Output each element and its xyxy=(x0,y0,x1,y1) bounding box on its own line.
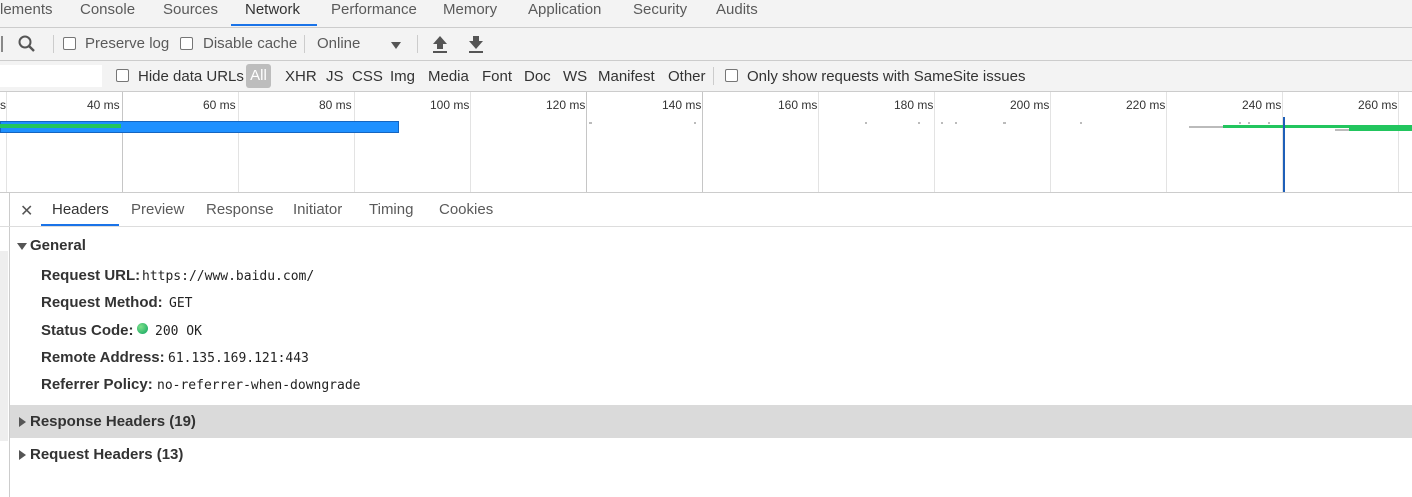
preserve-log-label: Preserve log xyxy=(85,35,170,52)
referrer-policy-key: Referrer Policy: xyxy=(41,376,153,393)
filter-type-other[interactable]: Other xyxy=(668,68,706,85)
request-url-value: https://www.baidu.com/ xyxy=(142,269,315,284)
filter-bar: Hide data URLs All XHR JS CSS Img Media … xyxy=(0,61,1412,92)
remote-address-value: 61.135.169.121:443 xyxy=(168,351,309,366)
disable-cache-checkbox[interactable] xyxy=(180,37,193,50)
filter-type-all[interactable]: All xyxy=(246,64,271,88)
disable-cache-label: Disable cache xyxy=(203,35,298,52)
filter-type-ws[interactable]: WS xyxy=(563,68,587,85)
request-method-key: Request Method: xyxy=(41,294,163,311)
samesite-checkbox[interactable] xyxy=(725,69,738,82)
toolbar-divider xyxy=(417,35,418,53)
filter-type-media[interactable]: Media xyxy=(428,68,469,85)
tick-label: 140 ms xyxy=(662,98,702,112)
tab-initiator[interactable]: Initiator xyxy=(293,201,342,218)
filter-divider xyxy=(713,67,714,85)
tick-label: 160 ms xyxy=(778,98,818,112)
tick-label: 80 ms xyxy=(319,98,352,112)
filter-type-js[interactable]: JS xyxy=(326,68,344,85)
tab-console[interactable]: Console xyxy=(80,0,135,27)
request-method-value: GET xyxy=(169,296,193,311)
tab-performance[interactable]: Performance xyxy=(331,0,417,27)
tab-elements[interactable]: lements xyxy=(0,0,53,27)
response-headers-title[interactable]: Response Headers (19) xyxy=(30,413,196,430)
tab-headers[interactable]: Headers xyxy=(52,201,109,218)
export-har-icon[interactable] xyxy=(467,34,485,58)
general-section-title[interactable]: General xyxy=(30,237,86,254)
main-tab-bar: lements Console Sources Network Performa… xyxy=(0,0,1412,28)
hide-data-urls-label: Hide data URLs xyxy=(138,68,244,85)
expand-triangle-icon[interactable] xyxy=(19,417,26,427)
tab-audits[interactable]: Audits xyxy=(716,0,758,27)
tick-label: 240 ms xyxy=(1242,98,1282,112)
tick-label: 260 ms xyxy=(1358,98,1398,112)
filter-type-img[interactable]: Img xyxy=(390,68,415,85)
tab-memory[interactable]: Memory xyxy=(443,0,497,27)
waterfall-bar-green xyxy=(1349,128,1412,131)
filter-type-font[interactable]: Font xyxy=(482,68,512,85)
tab-timing[interactable]: Timing xyxy=(369,201,413,218)
status-ok-icon xyxy=(137,323,148,334)
remote-address-key: Remote Address: xyxy=(41,349,165,366)
status-code-value: 200 OK xyxy=(155,324,202,339)
network-toolbar: Preserve log Disable cache Online xyxy=(0,28,1412,61)
toolbar-divider xyxy=(304,35,305,53)
expand-triangle-icon[interactable] xyxy=(17,243,27,250)
tick-label: 220 ms xyxy=(1126,98,1166,112)
expand-triangle-icon[interactable] xyxy=(19,450,26,460)
filter-type-xhr[interactable]: XHR xyxy=(285,68,317,85)
close-icon[interactable]: ✕ xyxy=(20,201,33,221)
tab-network[interactable]: Network xyxy=(245,0,300,27)
load-event-marker xyxy=(1283,117,1285,192)
import-har-icon[interactable] xyxy=(431,34,449,58)
active-tab-indicator xyxy=(41,224,119,226)
scrollbar[interactable] xyxy=(0,251,8,441)
tick-label: 120 ms xyxy=(546,98,586,112)
referrer-policy-value: no-referrer-when-downgrade xyxy=(157,378,361,393)
chevron-down-icon[interactable] xyxy=(390,38,402,55)
tab-sources[interactable]: Sources xyxy=(163,0,218,27)
response-headers-row[interactable] xyxy=(10,405,1412,438)
tick-label: 60 ms xyxy=(203,98,236,112)
tab-cookies[interactable]: Cookies xyxy=(439,201,493,218)
filter-icon[interactable] xyxy=(1,36,3,52)
tab-security[interactable]: Security xyxy=(633,0,687,27)
request-headers-title[interactable]: Request Headers (13) xyxy=(30,446,183,463)
tab-preview[interactable]: Preview xyxy=(131,201,184,218)
tick-label: 200 ms xyxy=(1010,98,1050,112)
search-icon[interactable] xyxy=(17,34,37,58)
request-url-key: Request URL: xyxy=(41,267,141,284)
network-overview[interactable]: s 40 ms 60 ms 80 ms 100 ms 120 ms 140 ms… xyxy=(0,92,1412,193)
toolbar-divider xyxy=(53,35,54,53)
status-code-key: Status Code: xyxy=(41,322,134,339)
detail-tab-bar: ✕ Headers Preview Response Initiator Tim… xyxy=(0,193,1412,227)
tab-application[interactable]: Application xyxy=(528,0,601,27)
tick-label: 40 ms xyxy=(87,98,120,112)
waterfall-bar-green xyxy=(0,124,121,128)
preserve-log-checkbox[interactable] xyxy=(63,37,76,50)
hide-data-urls-checkbox[interactable] xyxy=(116,69,129,82)
filter-type-manifest[interactable]: Manifest xyxy=(598,68,655,85)
filter-type-css[interactable]: CSS xyxy=(352,68,383,85)
tick-label: 180 ms xyxy=(894,98,934,112)
tick-label: 100 ms xyxy=(430,98,470,112)
active-tab-indicator xyxy=(231,24,317,26)
throttling-select[interactable]: Online xyxy=(317,35,360,52)
filter-input[interactable] xyxy=(0,65,102,87)
filter-type-doc[interactable]: Doc xyxy=(524,68,551,85)
samesite-label: Only show requests with SameSite issues xyxy=(747,68,1026,85)
tab-response[interactable]: Response xyxy=(206,201,274,218)
tick-label: s xyxy=(0,98,6,112)
request-detail-panel: ✕ Headers Preview Response Initiator Tim… xyxy=(0,193,1412,497)
